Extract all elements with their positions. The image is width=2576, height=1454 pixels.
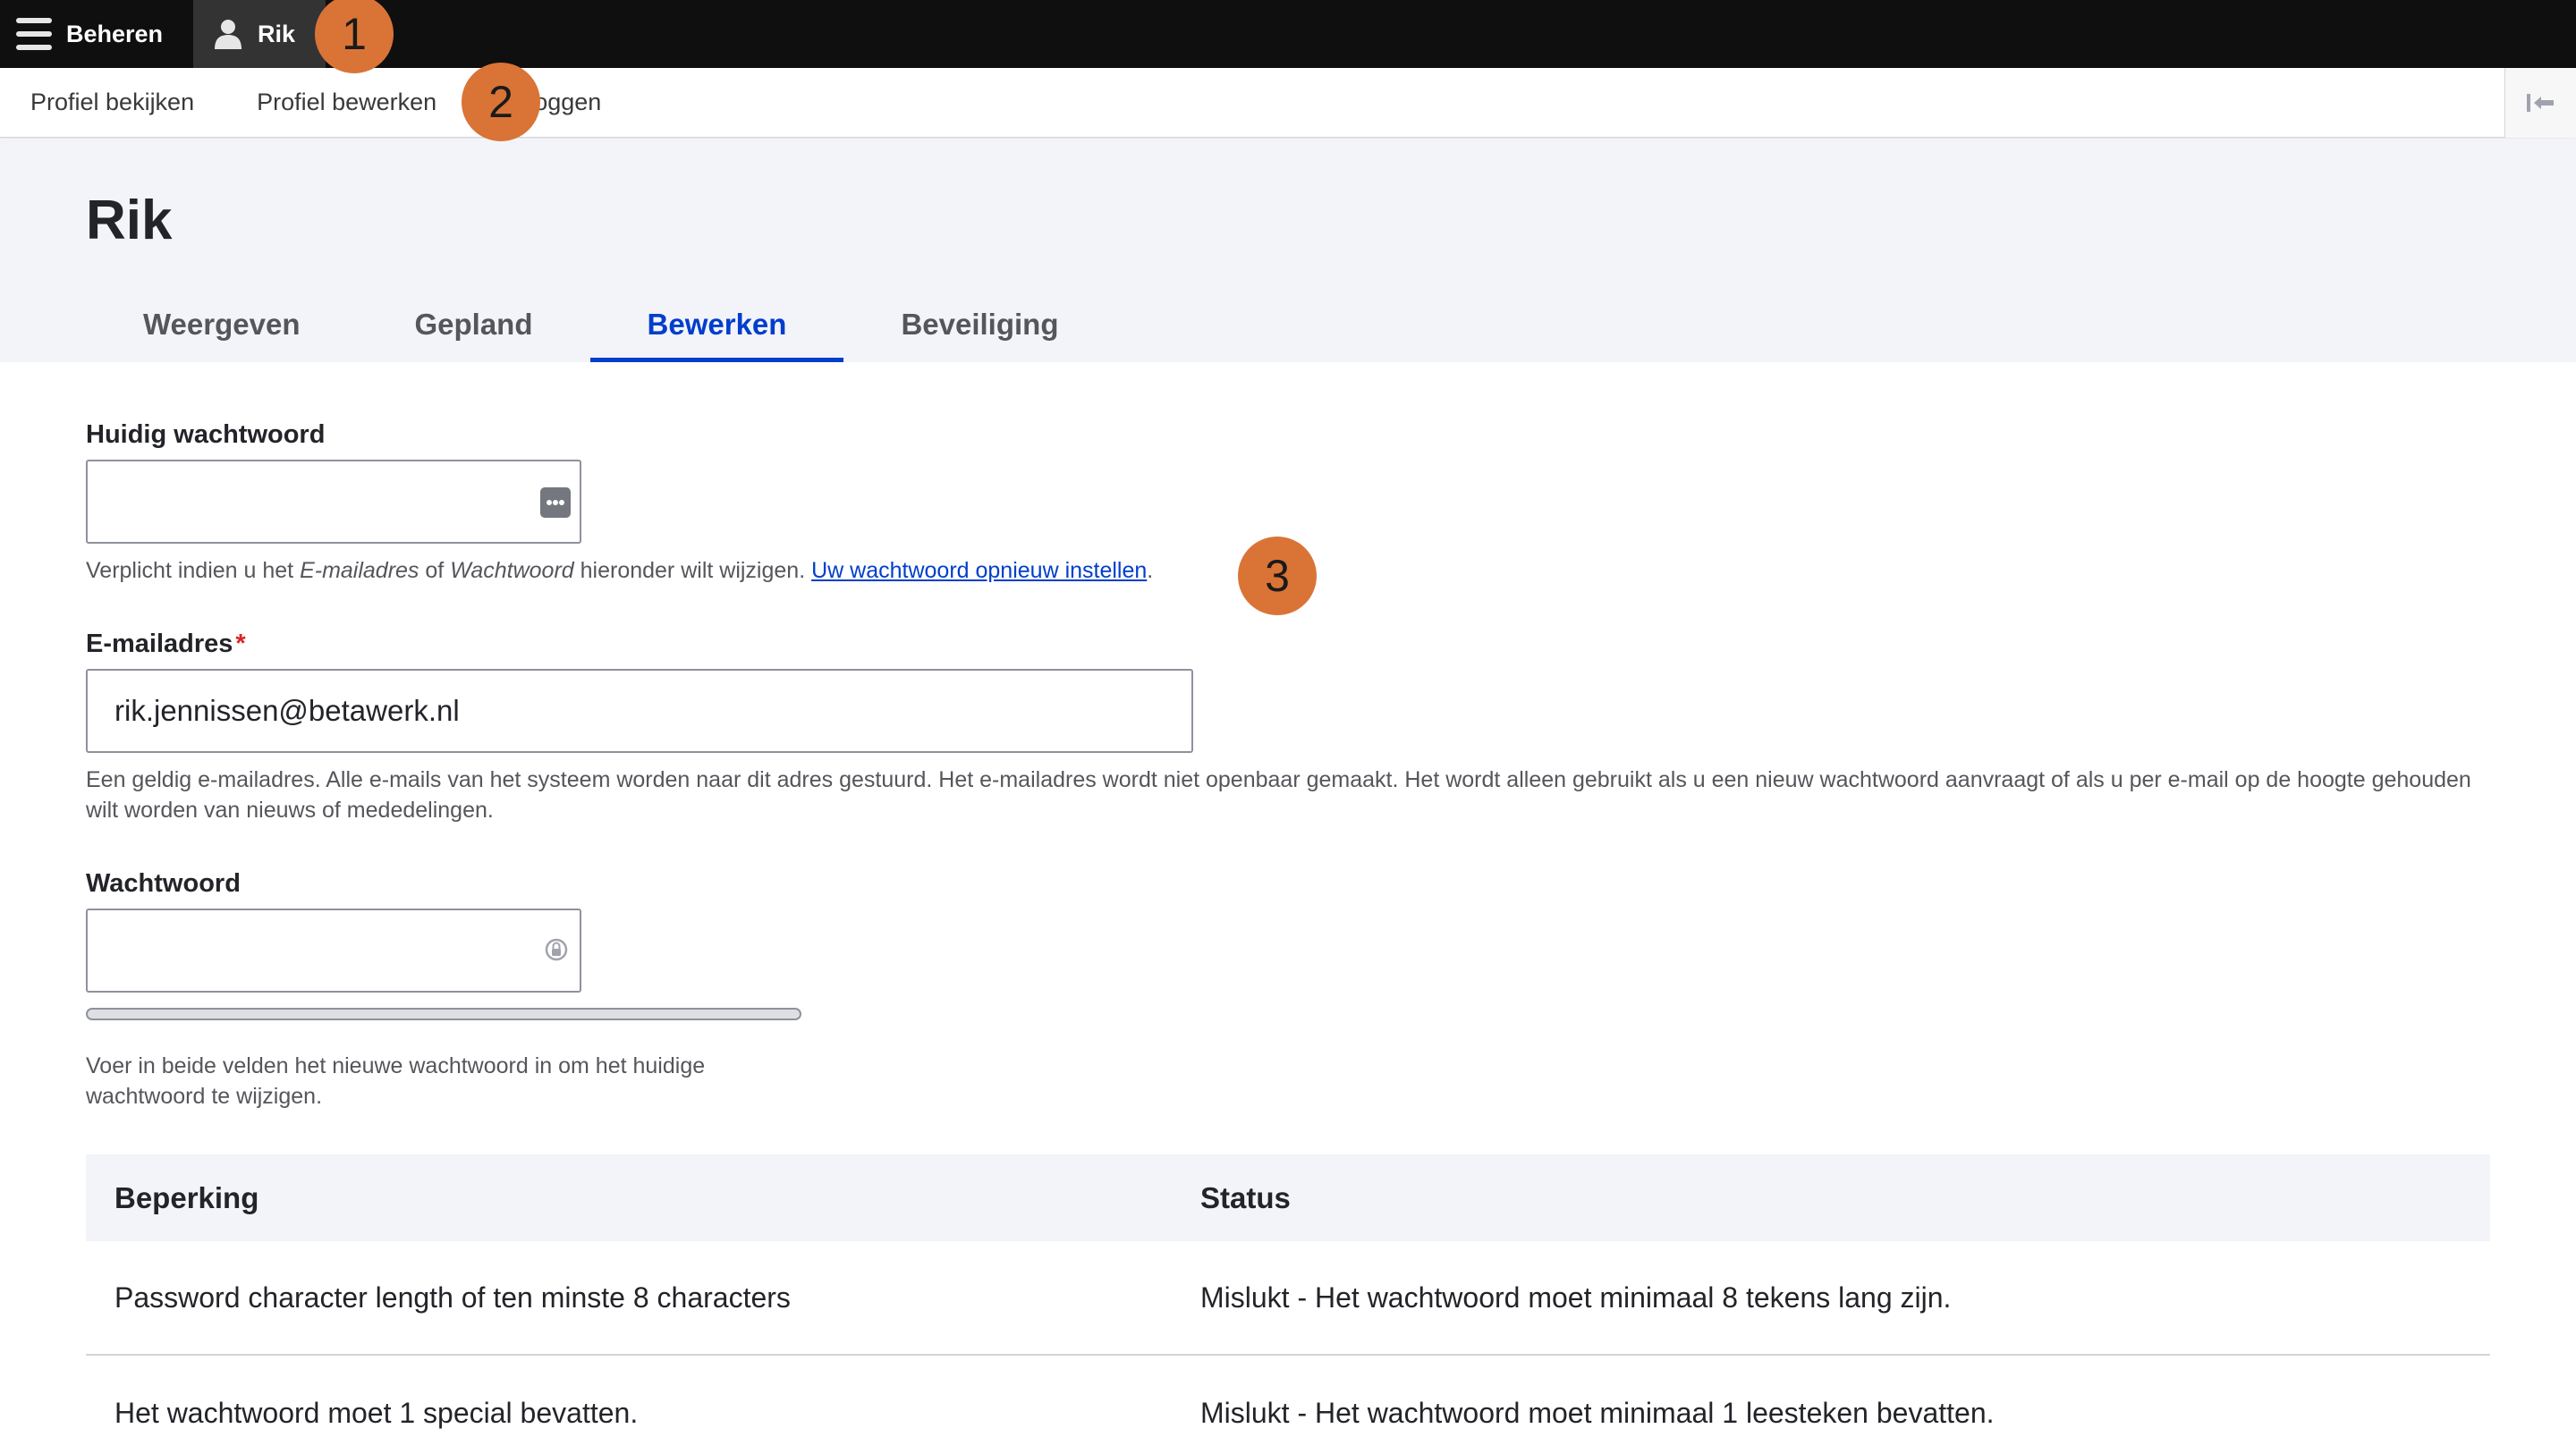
email-label-text: E-mailadres — [86, 630, 233, 658]
password-strength-meter — [86, 1008, 801, 1020]
email-input[interactable] — [86, 669, 1193, 753]
column-header-status: Status — [1200, 1180, 1291, 1214]
tab-scheduled[interactable]: Gepland — [357, 291, 589, 362]
constraint-cell: Password character length of ten minste … — [114, 1281, 791, 1314]
desc-text: of — [419, 558, 451, 583]
password-label: Wachtwoord — [86, 869, 241, 898]
desc-text: hieronder wilt wijzigen. — [573, 558, 812, 583]
annotation-badge-2: 2 — [462, 63, 540, 141]
current-password-description: Verplicht indien u het E-mailadres of Wa… — [86, 555, 1153, 586]
desc-text: . — [1147, 558, 1154, 583]
user-icon — [215, 20, 242, 49]
required-marker: * — [235, 630, 246, 658]
password-input[interactable] — [86, 909, 581, 993]
tab-view[interactable]: Weergeven — [86, 291, 357, 362]
password-reveal-icon[interactable] — [542, 935, 571, 964]
password-manager-icon[interactable] — [540, 487, 571, 518]
orientation-toggle-icon — [2526, 94, 2554, 112]
primary-tabs: Weergeven Gepland Bewerken Beveiliging — [86, 291, 1115, 362]
password-constraints-table: Beperking Status Password character leng… — [86, 1154, 2490, 1454]
tray-link-view-profile[interactable]: Profiel bekijken — [30, 89, 194, 116]
reset-password-link[interactable]: Uw wachtwoord opnieuw instellen — [811, 558, 1147, 583]
password-description: Voer in beide velden het nieuwe wachtwoo… — [86, 1053, 706, 1109]
tab-edit[interactable]: Bewerken — [589, 291, 844, 362]
page-header: Rik Weergeven Gepland Bewerken Beveiligi… — [0, 139, 2576, 362]
user-label: Rik — [258, 20, 296, 47]
current-password-label: Huidig wachtwoord — [86, 420, 326, 449]
annotation-badge-3: 3 — [1238, 537, 1317, 615]
user-menu-button[interactable]: Rik — [193, 0, 326, 68]
desc-text: Verplicht indien u het — [86, 558, 301, 583]
email-label: E-mailadres * — [86, 630, 246, 659]
page-title: Rik — [86, 190, 173, 251]
table-row: Password character length of ten minste … — [86, 1241, 2490, 1356]
tray-orientation-toggle[interactable] — [2504, 68, 2576, 138]
manage-label: Beheren — [66, 20, 164, 47]
email-description: Een geldig e-mailadres. Alle e-mails van… — [86, 767, 2471, 823]
constraint-cell: Het wachtwoord moet 1 special bevatten. — [114, 1396, 639, 1429]
manage-menu-button[interactable]: Beheren — [0, 0, 193, 68]
desc-emphasis-email: E-mailadres — [300, 558, 419, 583]
hamburger-icon — [16, 18, 52, 50]
user-tray: Profiel bekijken Profiel bewerken Uitlog… — [0, 68, 2576, 138]
tray-link-edit-profile[interactable]: Profiel bewerken — [257, 89, 436, 116]
current-password-input[interactable] — [86, 460, 581, 544]
table-header: Beperking Status — [86, 1154, 2490, 1241]
column-header-constraint: Beperking — [114, 1180, 259, 1214]
desc-emphasis-password: Wachtwoord — [450, 558, 574, 583]
status-cell: Mislukt - Het wachtwoord moet minimaal 1… — [1200, 1396, 1995, 1429]
tab-security[interactable]: Beveiliging — [843, 291, 1115, 362]
table-row: Het wachtwoord moet 1 special bevatten. … — [86, 1356, 2490, 1454]
status-cell: Mislukt - Het wachtwoord moet minimaal 8… — [1200, 1281, 1952, 1314]
